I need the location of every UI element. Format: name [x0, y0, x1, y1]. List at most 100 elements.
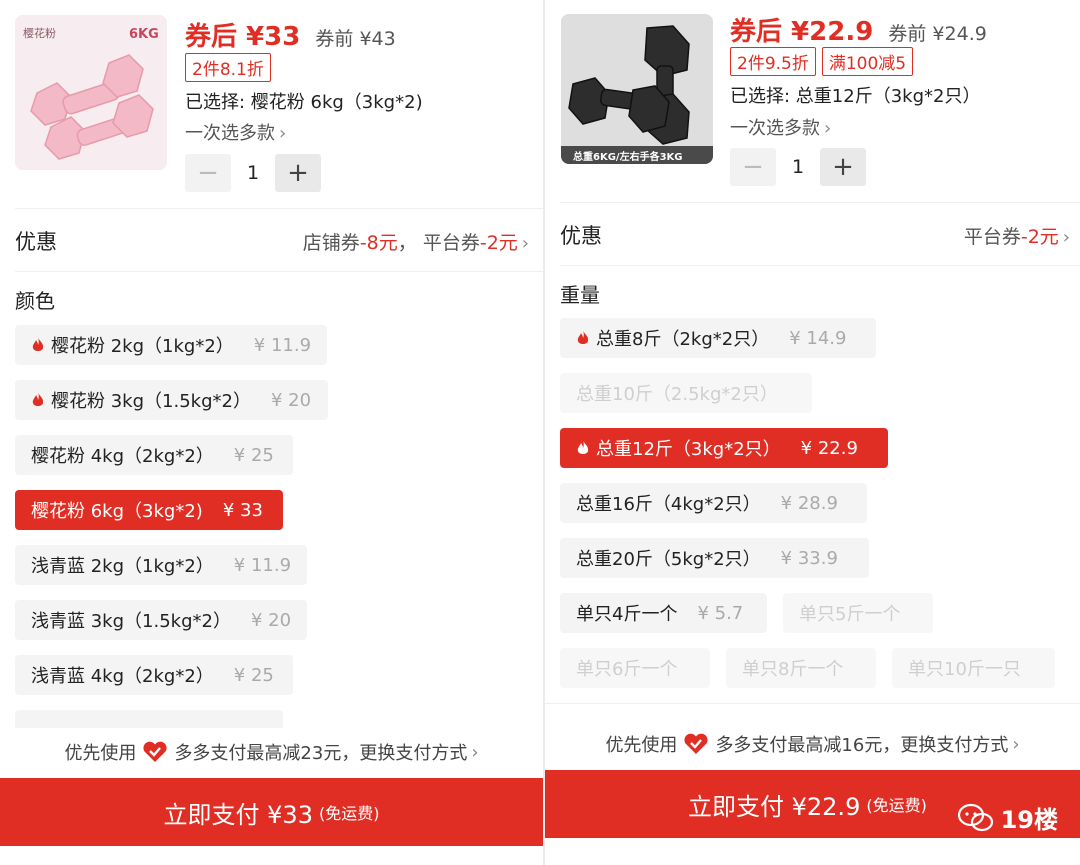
divider: [15, 208, 543, 209]
option-label: 总重12斤（3kg*2只）: [596, 439, 781, 460]
price-after-coupon: 券后 ¥33: [185, 22, 301, 52]
plus-button[interactable]: +: [275, 154, 321, 192]
discount-row[interactable]: 优惠 平台券-2元 ›: [560, 216, 1070, 254]
quantity-stepper: − 1 +: [730, 148, 866, 186]
platform-coupon-label: 平台券: [963, 225, 1021, 248]
wechat-icon: [957, 803, 993, 831]
option-price: ¥ 33.9: [780, 547, 838, 569]
option-price: ¥ 11.9: [233, 554, 292, 576]
option-label: 浅青蓝 2kg（1kg*2）: [31, 556, 214, 577]
minus-button[interactable]: −: [185, 154, 231, 192]
option-chip: 总重10斤（2.5kg*2只）: [560, 373, 812, 413]
chevron-right-icon: ›: [521, 232, 529, 254]
option-label: 浅青蓝 3kg（1.5kg*2）: [31, 611, 231, 632]
option-price: ¥ 20: [270, 389, 312, 411]
option-label: 总重16斤（4kg*2只）: [576, 494, 761, 515]
discount-detail: 平台券-2元 ›: [964, 222, 1070, 249]
fire-icon: [577, 330, 589, 344]
option-chip[interactable]: 总重16斤（4kg*2只） ¥ 28.9: [560, 483, 867, 523]
product-image-weight: 6KG: [129, 27, 159, 42]
heart-icon: [143, 741, 167, 762]
option-chip[interactable]: 浅青蓝 4kg（2kg*2） ¥ 25: [15, 655, 293, 695]
price-row: 券后 ¥33 券前 ¥43: [185, 16, 396, 53]
option-chip: 单只10斤一只: [892, 648, 1055, 688]
option-chip[interactable]: 总重8斤（2kg*2只） ¥ 14.9: [560, 318, 876, 358]
pay-now-button[interactable]: 立即支付 ¥33 (免运费): [0, 778, 543, 846]
chevron-right-icon: ›: [1012, 733, 1020, 755]
chevron-right-icon: ›: [824, 118, 832, 139]
option-label: 樱花粉 2kg（1kg*2）: [51, 336, 234, 357]
minus-button[interactable]: −: [730, 148, 776, 186]
price-before-coupon: 券前 ¥43: [315, 28, 396, 50]
divider: [15, 271, 543, 272]
promo-tags: 2件9.5折 满100减5: [730, 47, 914, 76]
multi-select-link[interactable]: 一次选多款 ›: [730, 114, 831, 140]
option-price: ¥ 22.9: [800, 437, 858, 459]
promo-tag: 2件8.1折: [185, 53, 271, 82]
minus-icon: −: [742, 152, 764, 182]
option-price: ¥ 5.7: [697, 602, 744, 624]
discount-separator: ，: [397, 231, 417, 254]
quantity-stepper: − 1 +: [185, 154, 321, 192]
store-coupon-label: 店铺券: [302, 231, 360, 254]
option-chip[interactable]: 樱花粉 6kg（3kg*2) ¥ 33: [15, 490, 283, 530]
pay-now-label: 立即支付 ¥22.9: [688, 792, 861, 821]
option-label: 樱花粉 4kg（2kg*2）: [31, 446, 214, 467]
payment-hint-text: 多多支付最高减23元，更换支付方式: [174, 743, 468, 764]
option-chip[interactable]: 樱花粉 4kg（2kg*2） ¥ 25: [15, 435, 293, 475]
free-shipping-label: (免运费): [866, 796, 927, 815]
option-label: 浅青蓝 4kg（2kg*2）: [31, 666, 214, 687]
watermark: 19楼: [957, 800, 1058, 835]
plus-icon: +: [832, 152, 854, 182]
fire-icon: [32, 337, 44, 351]
option-price: ¥ 11.9: [253, 334, 312, 356]
promo-tags: 2件8.1折: [185, 53, 271, 82]
platform-coupon-amount: -2元: [479, 231, 518, 254]
minus-icon: −: [197, 158, 219, 188]
black-dumbbell-illustration: [561, 14, 713, 164]
option-label: 单只10斤一只: [908, 659, 1021, 680]
section-title-color: 颜色: [15, 289, 55, 313]
multi-select-label: 一次选多款: [730, 118, 820, 139]
divider: [545, 703, 1080, 704]
option-label: 樱花粉 6kg（3kg*2): [31, 501, 203, 522]
option-price: ¥ 14.9: [789, 327, 847, 349]
chevron-right-icon: ›: [471, 741, 479, 763]
payment-hint[interactable]: 优先使用 多多支付最高减23元，更换支付方式 ›: [0, 728, 543, 776]
watermark-text: 19楼: [1000, 806, 1058, 834]
option-price: ¥ 28.9: [780, 492, 838, 514]
discount-row[interactable]: 优惠 店铺券-8元， 平台券-2元 ›: [15, 222, 529, 260]
payment-hint-prefix: 优先使用: [605, 735, 678, 756]
option-price: ¥ 25: [233, 444, 274, 466]
pay-now-label: 立即支付 ¥33: [163, 800, 313, 829]
option-chip[interactable]: 樱花粉 3kg（1.5kg*2） ¥ 20: [15, 380, 328, 420]
price-after-coupon: 券后 ¥22.9: [730, 17, 874, 47]
payment-hint[interactable]: 优先使用 多多支付最高减16元，更换支付方式 ›: [545, 720, 1080, 768]
option-label: 总重8斤（2kg*2只）: [596, 329, 770, 350]
right-order-panel: 总重6KG/左右手各3KG 券后 ¥22.9 券前 ¥24.9 2件9.5折 满…: [545, 0, 1080, 865]
discount-title: 优惠: [560, 224, 602, 248]
payment-hint-text: 多多支付最高减16元，更换支付方式: [715, 735, 1009, 756]
multi-select-link[interactable]: 一次选多款 ›: [185, 119, 286, 145]
platform-coupon-amount: -2元: [1020, 225, 1059, 248]
promo-tag: 2件9.5折: [730, 47, 816, 76]
option-chip[interactable]: 浅青蓝 3kg（1.5kg*2） ¥ 20: [15, 600, 308, 640]
option-chip[interactable]: 浅青蓝 2kg（1kg*2） ¥ 11.9: [15, 545, 308, 585]
product-image: 总重6KG/左右手各3KG: [561, 14, 713, 164]
payment-hint-prefix: 优先使用: [64, 743, 137, 764]
option-chip[interactable]: 总重12斤（3kg*2只） ¥ 22.9: [560, 428, 888, 468]
plus-button[interactable]: +: [820, 148, 866, 186]
left-order-panel: 樱花粉 6KG 券后 ¥33 券前 ¥43 2件8.1折 已选择: 樱花粉 6k…: [0, 0, 543, 865]
option-label: 总重10斤（2.5kg*2只）: [576, 384, 778, 405]
option-chip: 单只8斤一个: [726, 648, 876, 688]
option-chip[interactable]: 樱花粉 2kg（1kg*2） ¥ 11.9: [15, 325, 328, 365]
quantity-value: 1: [246, 162, 260, 184]
product-image-brand: 樱花粉: [23, 27, 56, 40]
option-chip[interactable]: 总重20斤（5kg*2只） ¥ 33.9: [560, 538, 869, 578]
option-price: ¥ 25: [233, 664, 274, 686]
chevron-right-icon: ›: [279, 123, 287, 144]
discount-title: 优惠: [15, 230, 57, 254]
store-coupon-amount: -8元: [359, 231, 398, 254]
heart-icon: [684, 733, 708, 754]
option-chip[interactable]: 单只4斤一个 ¥ 5.7: [560, 593, 767, 633]
